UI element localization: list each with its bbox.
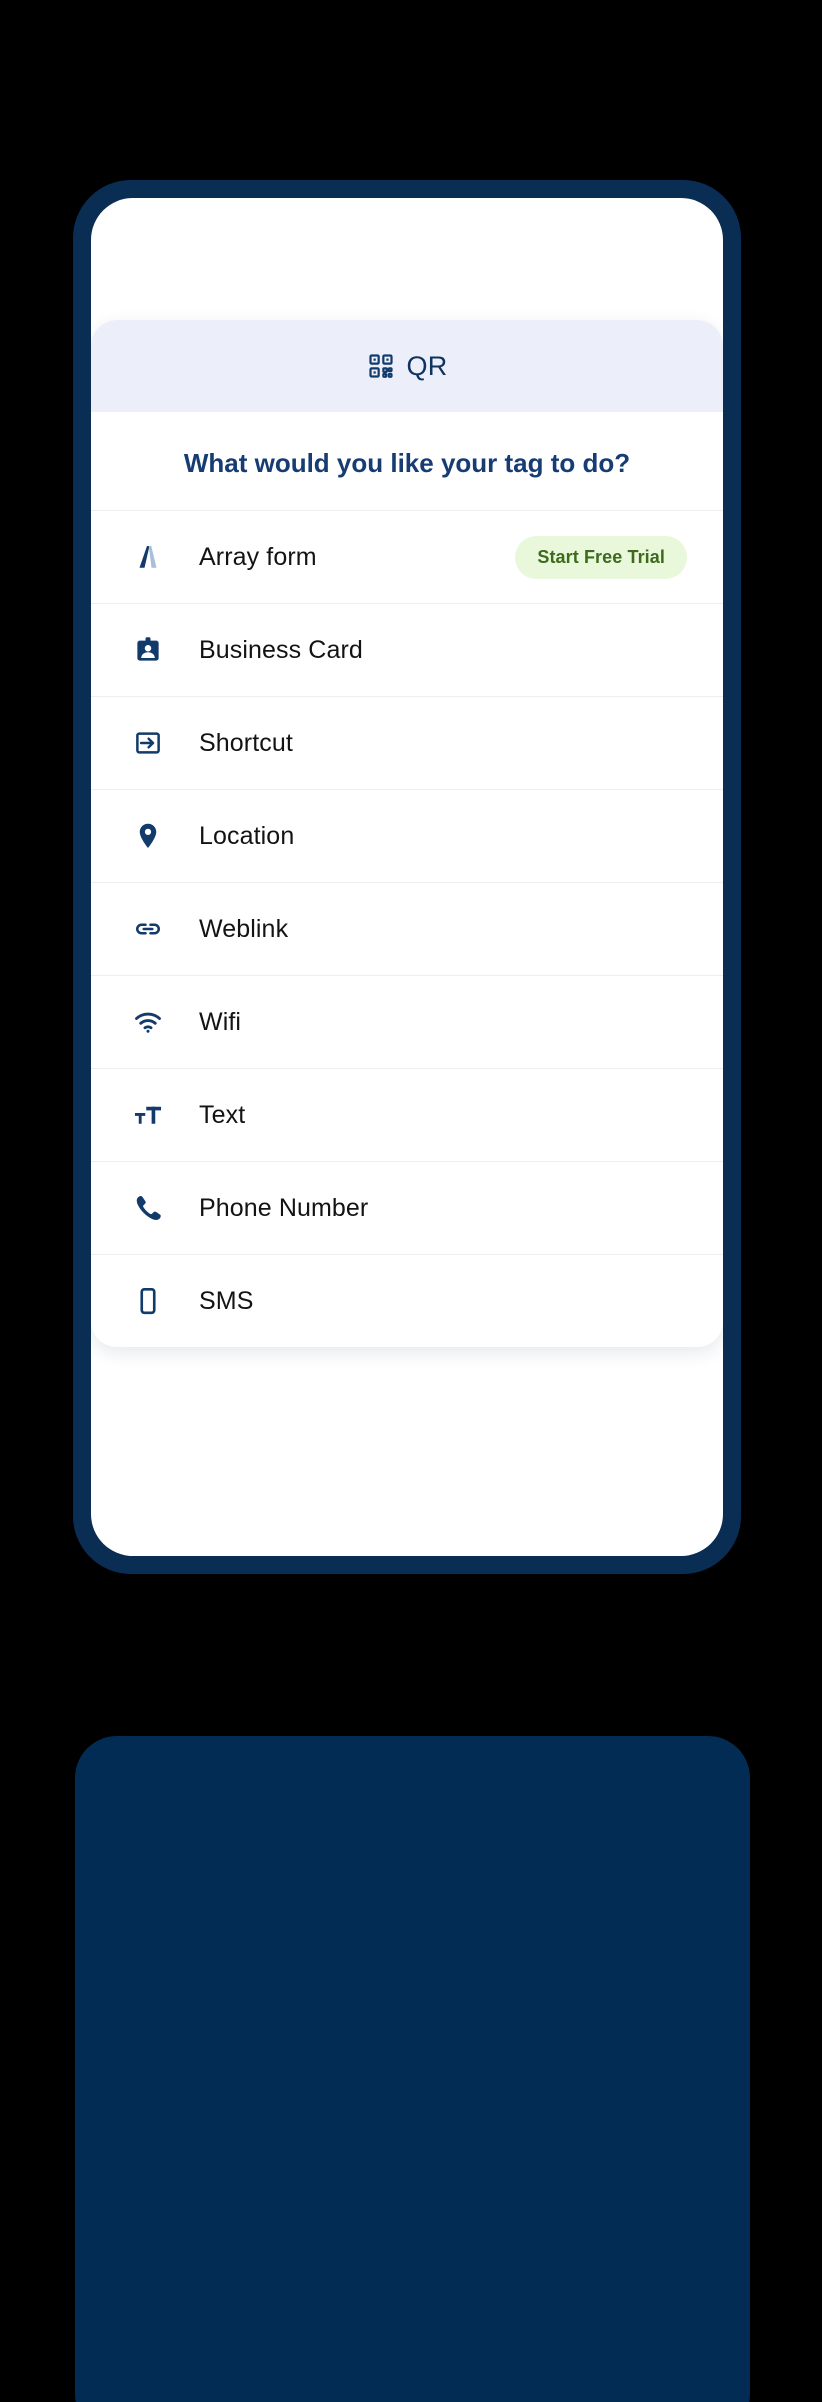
list-item-label: Shortcut — [199, 728, 293, 757]
text-format-icon — [133, 1100, 173, 1130]
wifi-icon — [133, 1007, 173, 1037]
link-icon — [133, 914, 173, 944]
list-item-wifi[interactable]: Wifi — [91, 975, 723, 1069]
id-badge-icon — [133, 635, 173, 665]
list-item-label: Text — [199, 1100, 246, 1129]
list-item-location[interactable]: Location — [91, 789, 723, 883]
list-item-business-card[interactable]: Business Card — [91, 603, 723, 697]
page-title: What would you like your tag to do? — [91, 412, 723, 511]
login-arrow-icon — [133, 728, 173, 758]
list-item-label: Location — [199, 821, 295, 850]
list-item-text[interactable]: Text — [91, 1068, 723, 1162]
bottom-navy-panel — [75, 1736, 750, 2402]
list-item-label: Weblink — [199, 914, 289, 943]
map-pin-icon — [133, 821, 173, 851]
list-item-sms[interactable]: SMS — [91, 1254, 723, 1348]
list-item-shortcut[interactable]: Shortcut — [91, 696, 723, 790]
list-item-label: Business Card — [199, 635, 363, 664]
tag-type-list: Array form Start Free Trial Business Car… — [91, 510, 723, 1348]
start-free-trial-badge[interactable]: Start Free Trial — [515, 535, 687, 579]
phone-screen: QR What would you like your tag to do? A… — [91, 198, 723, 1556]
phone-device-frame: QR What would you like your tag to do? A… — [73, 180, 741, 1574]
screenshot-canvas: QR What would you like your tag to do? A… — [0, 0, 822, 2402]
tag-type-sheet: QR What would you like your tag to do? A… — [91, 320, 723, 1348]
list-item-array-form[interactable]: Array form Start Free Trial — [91, 510, 723, 604]
list-item-label: SMS — [199, 1286, 254, 1315]
list-item-phone-number[interactable]: Phone Number — [91, 1161, 723, 1255]
list-item-weblink[interactable]: Weblink — [91, 882, 723, 976]
tab-qr-label: QR — [406, 350, 448, 381]
tab-qr[interactable]: QR — [91, 320, 723, 412]
array-logo-icon — [133, 542, 173, 572]
list-item-label: Array form — [199, 542, 317, 571]
list-item-label: Phone Number — [199, 1193, 369, 1222]
mobile-phone-icon — [133, 1286, 173, 1316]
qr-code-icon — [367, 352, 395, 380]
list-item-label: Wifi — [199, 1007, 242, 1036]
phone-handset-icon — [133, 1193, 173, 1223]
